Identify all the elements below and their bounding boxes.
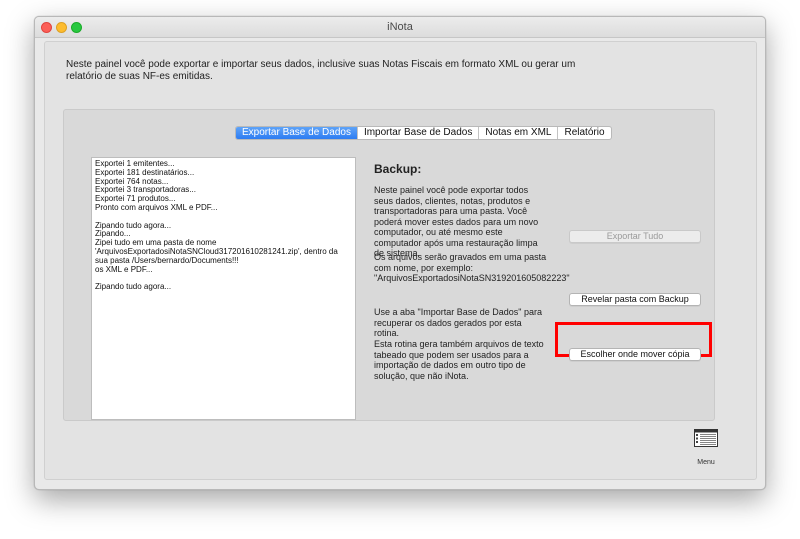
- log-line: Zipando tudo agora...: [95, 220, 172, 230]
- export-all-button[interactable]: Exportar Tudo: [569, 230, 701, 243]
- intro-text: Neste painel você pode exportar e import…: [66, 59, 576, 82]
- backup-description-1: Neste painel você pode exportar todos se…: [374, 185, 539, 258]
- log-line: Zipando tudo agora...: [95, 282, 172, 292]
- tab-importar-base[interactable]: Importar Base de Dados: [358, 127, 480, 139]
- choose-copy-location-button[interactable]: Escolher onde mover cópia: [569, 348, 701, 361]
- backup-description-2: Os arquivos serão gravados em uma pasta …: [374, 252, 570, 283]
- main-panel: Neste painel você pode exportar e import…: [44, 41, 757, 480]
- tab-notas-xml[interactable]: Notas em XML: [479, 127, 559, 139]
- menu-label: Menu: [697, 459, 715, 466]
- export-log-textarea[interactable]: Exportei 1 emitentes... Exportei 181 des…: [91, 157, 356, 420]
- tab-exportar-base[interactable]: Exportar Base de Dados: [236, 127, 358, 139]
- backup-description-3: Use a aba "Importar Base de Dados" para …: [374, 307, 542, 338]
- app-window: iNota Neste painel você pode exportar e …: [34, 16, 766, 490]
- backup-description-4: Esta rotina gera também arquivos de text…: [374, 339, 544, 381]
- log-line: Zipei tudo em uma pasta de nome 'Arquivo…: [95, 238, 341, 265]
- tab-bar: Exportar Base de Dados Importar Base de …: [235, 126, 612, 140]
- backup-heading: Backup:: [374, 162, 422, 176]
- menu-calendar-icon[interactable]: [694, 429, 718, 447]
- log-line: os XML e PDF...: [95, 264, 153, 274]
- log-line: Pronto com arquivos XML e PDF...: [95, 202, 218, 212]
- window-title: iNota: [387, 21, 413, 33]
- reveal-backup-folder-button[interactable]: Revelar pasta com Backup: [569, 293, 701, 306]
- title-bar: iNota: [35, 17, 765, 38]
- tab-relatorio[interactable]: Relatório: [558, 127, 610, 139]
